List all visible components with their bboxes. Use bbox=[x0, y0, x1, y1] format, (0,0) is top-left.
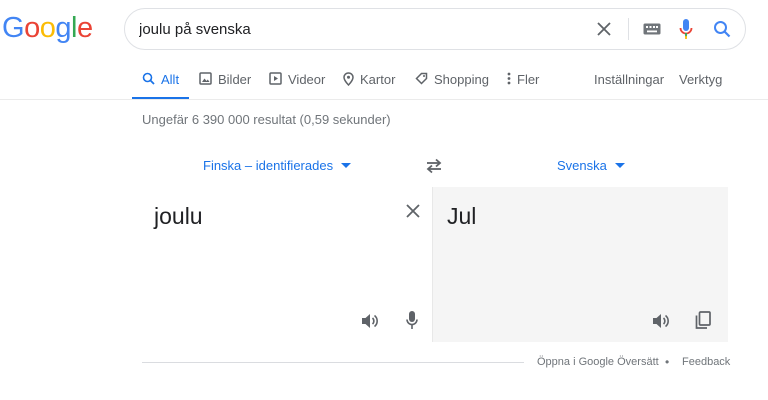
footer-separator: • bbox=[665, 355, 670, 369]
result-stats: Ungefär 6 390 000 resultat (0,59 sekunde… bbox=[142, 112, 391, 127]
copy-translation-button[interactable] bbox=[691, 308, 715, 332]
play-icon bbox=[269, 72, 282, 85]
source-text[interactable]: joulu bbox=[154, 203, 203, 230]
search-icon bbox=[142, 72, 155, 85]
keyboard-icon bbox=[643, 23, 661, 35]
keyboard-button[interactable] bbox=[637, 9, 667, 49]
tab-fler[interactable]: Fler bbox=[507, 66, 539, 100]
speaker-icon bbox=[362, 314, 378, 328]
logo-letter: G bbox=[2, 12, 25, 44]
listen-translation-button[interactable] bbox=[649, 309, 673, 333]
logo-letter: g bbox=[55, 12, 71, 44]
search-box bbox=[124, 8, 746, 50]
translated-text: Jul bbox=[447, 203, 477, 229]
close-icon bbox=[406, 204, 420, 218]
tab-label: Bilder bbox=[218, 72, 252, 87]
footer-divider bbox=[142, 362, 524, 363]
tab-label: Videor bbox=[288, 72, 326, 87]
source-language-select[interactable]: Finska – identifierades bbox=[203, 158, 352, 173]
logo-letter: o bbox=[24, 12, 40, 44]
voice-input-button[interactable] bbox=[400, 308, 424, 332]
tab-bilder[interactable]: Bilder bbox=[199, 66, 251, 100]
mic-icon bbox=[679, 19, 693, 39]
search-tabs: Allt Bilder Videor Kartor Shopping Fler … bbox=[132, 66, 752, 100]
tab-label: Kartor bbox=[360, 72, 396, 87]
search-input[interactable] bbox=[139, 9, 579, 49]
close-icon bbox=[597, 22, 611, 36]
clear-search-button[interactable] bbox=[589, 9, 619, 49]
tab-label: Shopping bbox=[434, 72, 489, 87]
logo-letter: o bbox=[39, 12, 56, 44]
target-language-select[interactable]: Svenska bbox=[557, 158, 625, 173]
image-icon bbox=[199, 72, 212, 85]
source-panel[interactable]: joulu bbox=[142, 187, 433, 342]
map-pin-icon bbox=[343, 72, 354, 86]
translation-widget: joulu Jul bbox=[142, 187, 728, 342]
tab-label: Allt bbox=[161, 72, 180, 87]
tab-label: Inställningar bbox=[594, 72, 665, 87]
logo-letter: e bbox=[76, 12, 93, 44]
search-submit-button[interactable] bbox=[707, 9, 737, 49]
clear-source-button[interactable] bbox=[401, 199, 425, 223]
google-logo[interactable]: Google bbox=[2, 12, 93, 45]
tab-shopping[interactable]: Shopping bbox=[415, 66, 489, 100]
search-divider bbox=[628, 18, 629, 40]
listen-source-button[interactable] bbox=[358, 309, 382, 333]
tab-label: Fler bbox=[517, 72, 540, 87]
copy-icon bbox=[695, 311, 711, 329]
tab-label: Verktyg bbox=[679, 72, 723, 87]
dropdown-caret-icon bbox=[614, 163, 625, 168]
tag-icon bbox=[415, 72, 428, 85]
tab-kartor[interactable]: Kartor bbox=[343, 66, 395, 100]
tab-installningar[interactable]: Inställningar bbox=[594, 66, 664, 100]
tab-videor[interactable]: Videor bbox=[269, 66, 325, 100]
tab-allt[interactable]: Allt bbox=[132, 66, 190, 100]
translation-panel: Jul bbox=[433, 187, 728, 342]
speaker-icon bbox=[653, 314, 669, 328]
open-in-translate-link[interactable]: Öppna i Google Översätt bbox=[537, 356, 659, 368]
more-vert-icon bbox=[507, 72, 511, 85]
swap-languages-icon[interactable] bbox=[424, 157, 444, 175]
nav-divider bbox=[0, 99, 768, 100]
source-language-label: Finska – identifierades bbox=[203, 158, 334, 173]
tab-verktyg[interactable]: Verktyg bbox=[679, 66, 722, 100]
mic-icon bbox=[406, 310, 418, 329]
feedback-link[interactable]: Feedback bbox=[682, 356, 730, 368]
target-language-label: Svenska bbox=[557, 158, 607, 173]
voice-search-button[interactable] bbox=[673, 9, 699, 49]
dropdown-caret-icon bbox=[341, 163, 352, 168]
search-icon bbox=[714, 21, 731, 38]
